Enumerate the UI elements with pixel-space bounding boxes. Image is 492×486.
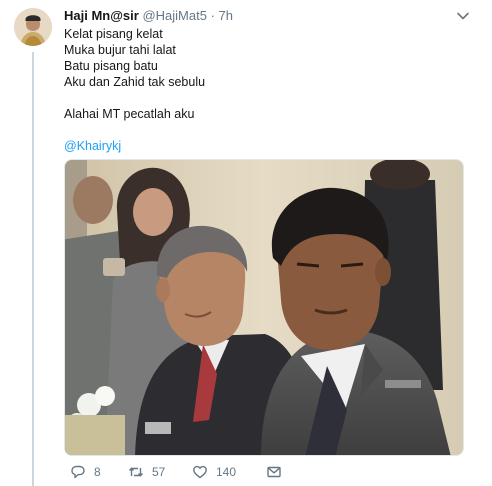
- photo-image: [65, 160, 463, 455]
- display-name[interactable]: Haji Mn@sir: [64, 8, 139, 23]
- tweet-text-line: Batu pisang batu: [64, 59, 158, 73]
- user-handle[interactable]: @HajiMat5: [142, 8, 207, 23]
- tweet-actions: 8 57 140: [70, 462, 470, 482]
- tweet-text-line: [64, 122, 205, 138]
- direct-message-button[interactable]: [266, 462, 282, 482]
- separator-dot: ·: [210, 8, 215, 23]
- avatar-photo: [14, 8, 52, 46]
- chevron-down-icon[interactable]: [456, 9, 470, 23]
- tweet-text-line: [64, 90, 205, 106]
- tweet-timestamp[interactable]: 7h: [219, 8, 233, 23]
- dm-icon: [267, 466, 281, 478]
- tweet-text: Kelat pisang kelat Muka bujur tahi lalat…: [64, 26, 205, 154]
- tweet-text-line: Alahai MT pecatlah aku: [64, 107, 195, 121]
- avatar[interactable]: [14, 8, 52, 46]
- reply-icon: [71, 465, 85, 479]
- reply-button[interactable]: 8: [70, 462, 101, 482]
- tweet-text-line: Kelat pisang kelat: [64, 27, 163, 41]
- mention-link[interactable]: @Khairykj: [64, 138, 205, 154]
- heart-icon: [193, 465, 207, 479]
- tweet-text-line: Aku dan Zahid tak sebulu: [64, 75, 206, 89]
- retweet-button[interactable]: 57: [128, 462, 165, 482]
- reply-count: 8: [94, 465, 101, 479]
- like-count: 140: [216, 465, 237, 479]
- tweet-text-line: Muka bujur tahi lalat: [64, 43, 176, 57]
- tweet-photo[interactable]: [64, 159, 464, 456]
- tweet-header: Haji Mn@sir @HajiMat5 · 7h: [64, 8, 233, 24]
- like-button[interactable]: 140: [192, 462, 236, 482]
- retweet-icon: [128, 467, 144, 477]
- retweet-count: 57: [152, 465, 166, 479]
- thread-connector-line: [32, 52, 34, 486]
